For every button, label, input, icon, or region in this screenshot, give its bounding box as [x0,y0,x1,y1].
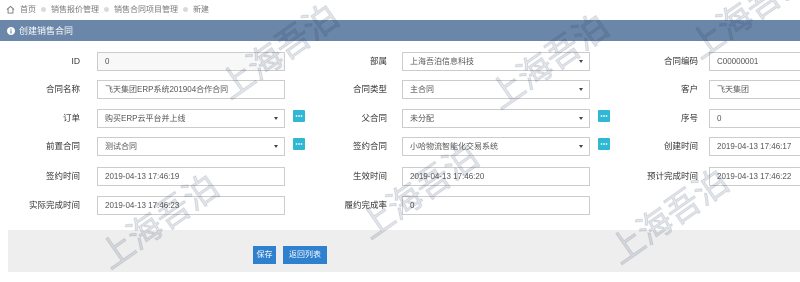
prev-contract-select[interactable]: 测试合同 [97,137,285,156]
dept-label: 部属 [369,56,387,66]
sign-time-label: 签约时间 [45,171,80,181]
breadcrumb-separator-icon [183,6,188,12]
contract-type-label: 合同类型 [352,84,387,94]
contract-type-select[interactable]: 主合同 [402,80,590,99]
created-time-label: 创建时间 [663,141,698,151]
order-label: 订单 [62,113,80,123]
id-field[interactable]: 0 [97,52,285,71]
planned-done-field[interactable]: 2019-04-13 17:46:22 [709,167,800,186]
customer-field[interactable]: 飞天集团 [709,80,800,99]
actual-done-field[interactable]: 2019-04-13 17:46:23 [97,196,285,215]
breadcrumb-separator-icon [41,6,46,12]
back-to-list-button[interactable]: 返回列表 [283,246,327,264]
contract-code-field[interactable]: C00000001 [709,52,800,71]
contract-code-label: 合同编码 [663,56,698,66]
parent-contract-label: 父合同 [361,113,387,123]
panel-title: 创建销售合同 [19,26,74,36]
effective-time-label: 生效时间 [352,171,387,181]
parent-contract-select[interactable]: 未分配 [402,109,590,128]
actual-done-label: 实际完成时间 [28,200,80,210]
signed-contract-label: 签约合同 [352,141,387,151]
breadcrumb-separator-icon [104,6,109,12]
home-icon [6,5,15,14]
contract-name-field[interactable]: 飞天集团ERP系统201904合作合同 [97,80,285,99]
dept-select[interactable]: 上海吾泊信息科技 [402,52,590,71]
progress-label: 履约完成率 [344,200,387,210]
planned-done-label: 预计完成时间 [646,171,698,181]
breadcrumb: 首页 销售报价管理 销售合同项目管理 新建 [6,3,209,15]
panel-header: 创建销售合同 [0,20,800,41]
signed-contract-add-button[interactable] [598,138,610,150]
customer-label: 客户 [680,84,698,94]
contract-name-label: 合同名称 [45,84,80,94]
ellipsis-icon [600,143,608,145]
effective-time-field[interactable]: 2019-04-13 17:46:20 [402,167,590,186]
breadcrumb-sales-quote[interactable]: 销售报价管理 [51,4,99,15]
prev-contract-label: 前置合同 [45,141,80,151]
id-label: ID [71,56,81,66]
seq-field[interactable]: 0 [709,109,800,128]
progress-field[interactable]: 0 [402,196,590,215]
breadcrumb-current: 新建 [193,4,209,14]
seq-label: 序号 [680,113,698,123]
order-select[interactable]: 购买ERP云平台并上线 [97,109,285,128]
parent-contract-add-button[interactable] [598,110,610,122]
ellipsis-icon [600,115,608,117]
created-time-field[interactable]: 2019-04-13 17:46:17 [709,137,800,156]
save-button[interactable]: 保存 [253,246,276,264]
sign-time-field[interactable]: 2019-04-13 17:46:19 [97,167,285,186]
breadcrumb-contract-project[interactable]: 销售合同项目管理 [114,4,178,15]
info-icon [7,26,15,35]
breadcrumb-home[interactable]: 首页 [20,4,36,15]
form-footer [8,230,800,272]
signed-contract-select[interactable]: 小哈物流智能化交易系统 [402,137,590,156]
